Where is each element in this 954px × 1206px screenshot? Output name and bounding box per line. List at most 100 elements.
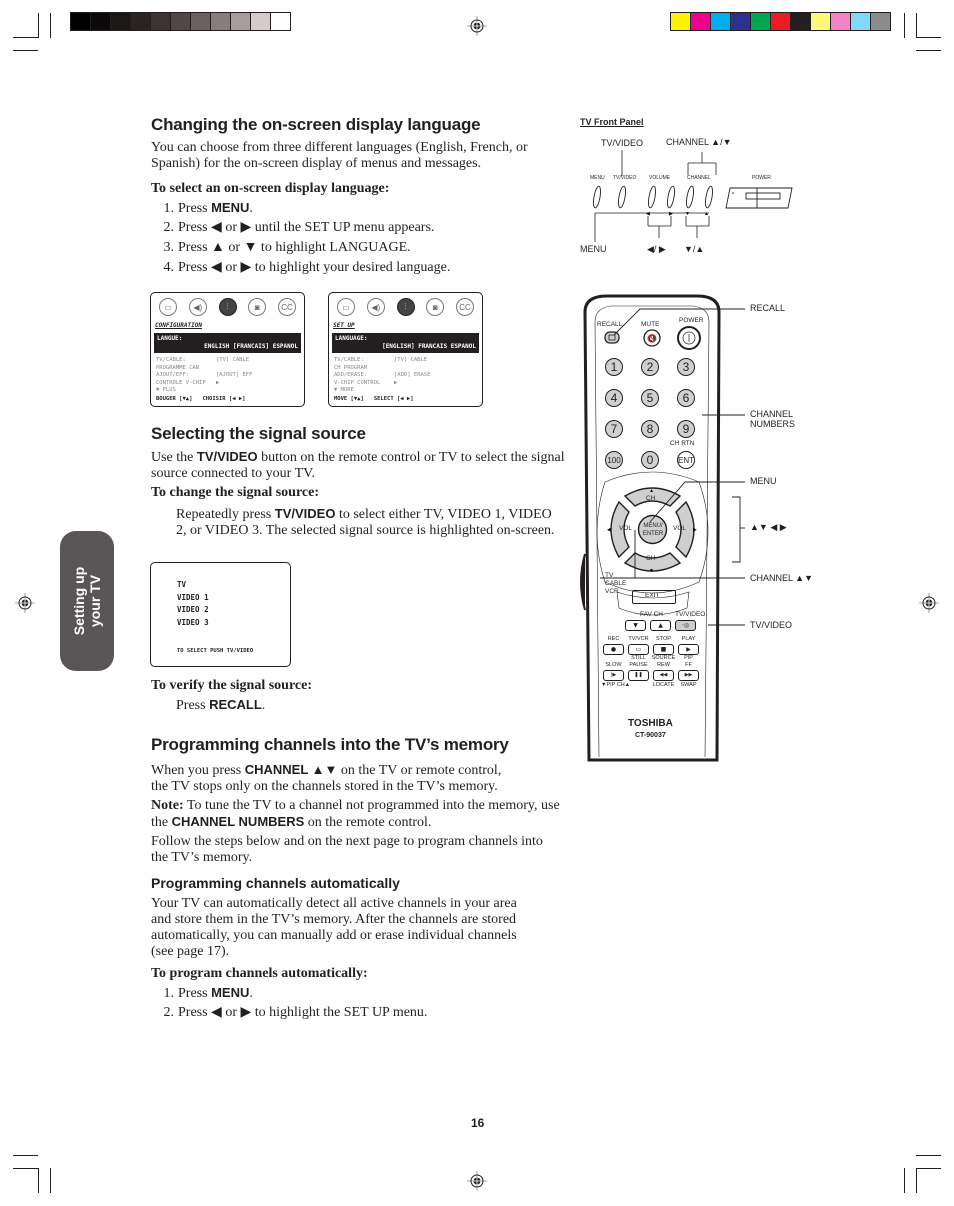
step-text: Press ▲ or ▼ to highlight LANGUAGE. bbox=[178, 240, 411, 255]
color-swatch bbox=[811, 13, 831, 30]
step-number: 4. bbox=[163, 260, 175, 275]
color-swatch bbox=[671, 13, 691, 30]
cc-icon: CC bbox=[278, 298, 296, 316]
remote-callout-recall: RECALL bbox=[750, 303, 786, 313]
color-swatch bbox=[751, 13, 771, 30]
osd-footer-select: CHOISIR [◀ ▶] bbox=[202, 396, 246, 402]
osd-row: ▼ PLUS bbox=[156, 387, 304, 395]
page-number: 16 bbox=[471, 1116, 485, 1130]
osd-row: PROGRAMME CAN bbox=[156, 365, 304, 373]
panel-menu-button bbox=[593, 185, 601, 209]
step-text: . bbox=[249, 986, 253, 1001]
osd-menu-icons: ▭ ◀) ⫶ ◙ CC bbox=[151, 293, 304, 316]
osd-highlight-label: LANGUE: bbox=[157, 335, 183, 342]
key-name: MENU bbox=[211, 985, 250, 1000]
audio-icon: ◀) bbox=[366, 298, 385, 316]
heading-signal-source: Selecting the signal source bbox=[151, 424, 366, 443]
osd-row: CH PROGRAM bbox=[334, 365, 482, 373]
source-list: TV VIDEO 1 VIDEO 2 VIDEO 3 bbox=[177, 579, 209, 629]
section-tab: Setting up your TV bbox=[60, 531, 114, 671]
osd-row-key: AJOUT/EFF: bbox=[156, 372, 190, 378]
osd-footer-move: BOUGER [▼▲] bbox=[156, 396, 193, 402]
step-number: 2. bbox=[163, 220, 175, 235]
crop-mark bbox=[13, 1168, 38, 1169]
crop-mark bbox=[38, 13, 39, 38]
osd-row-value: [ADD] ERASE bbox=[394, 372, 431, 378]
panel-tvvideo-button bbox=[618, 185, 626, 209]
picture-icon: ▭ bbox=[159, 298, 177, 316]
osd-screen-english: ▭ ◀) ⫶ ◙ CC SET UP LANGUAGE: [ENGLISH] F… bbox=[328, 292, 483, 407]
theater-icon: ◙ bbox=[426, 298, 445, 316]
osd-row-key: CH PROGRAM bbox=[334, 364, 368, 371]
color-swatch bbox=[831, 13, 851, 30]
osd-menu-icons: ▭ ◀) ⫶ ◙ CC bbox=[329, 293, 482, 316]
osd-screen-sources: TV VIDEO 1 VIDEO 2 VIDEO 3 TO SELECT PUS… bbox=[150, 562, 291, 667]
vcr-label: FF bbox=[685, 662, 692, 668]
remote-callout-lines bbox=[600, 308, 745, 626]
front-panel-callout-channel-arrows: ▼/▲ bbox=[684, 244, 705, 254]
osd-row-value: [TV] CABLE bbox=[394, 357, 428, 363]
programming-auto-subheading: To program channels automatically: bbox=[151, 966, 368, 981]
step: 3. Press ▲ or ▼ to highlight LANGUAGE. bbox=[150, 238, 450, 258]
heading-language: Changing the on-screen display language bbox=[151, 115, 481, 134]
process-color-bar bbox=[670, 12, 891, 31]
step-number: 1. bbox=[163, 201, 175, 216]
programming-follow: Follow the steps below and on the next p… bbox=[151, 834, 543, 865]
osd-row: CONTROLE V-CHIP ▶ bbox=[156, 380, 304, 388]
language-intro: You can choose from three different lang… bbox=[151, 140, 528, 171]
gray-swatch bbox=[111, 13, 131, 30]
osd-row-key: CONTROLE V-CHIP bbox=[156, 379, 206, 386]
osd-rows: TV/CABLE: [TV] CABLE CH PROGRAM ADD/ERASE… bbox=[334, 357, 482, 395]
gray-swatch bbox=[131, 13, 151, 30]
heading-programming: Programming channels into the TV’s memor… bbox=[151, 735, 509, 754]
vcr-button: ◀◀ bbox=[653, 670, 674, 681]
remote-callout-menu: MENU bbox=[750, 476, 777, 486]
osd-row-key: PROGRAMME CAN bbox=[156, 364, 200, 371]
signal-verify-subheading: To verify the signal source: bbox=[151, 678, 312, 693]
osd-row-value: ▶ bbox=[216, 379, 220, 386]
crop-mark bbox=[50, 13, 51, 38]
osd-row-key: TV/CABLE: bbox=[156, 357, 186, 363]
vcr-button: ▭ bbox=[628, 644, 649, 655]
osd-row: TV/CABLE: [TV] CABLE bbox=[334, 357, 482, 365]
key-name: MENU bbox=[211, 200, 250, 215]
vcr-button: ■ bbox=[653, 644, 674, 655]
registration-mark-icon bbox=[15, 593, 35, 613]
crop-mark bbox=[916, 1168, 917, 1193]
remote-callout-channel: CHANNEL ▲▼ bbox=[750, 573, 813, 583]
crop-mark bbox=[916, 13, 917, 38]
front-panel-diagram: ◀ ▶ ▼ ▲ bbox=[593, 150, 793, 242]
crop-mark bbox=[13, 37, 38, 38]
crop-mark bbox=[904, 13, 905, 38]
registration-mark-icon bbox=[919, 593, 939, 613]
vcr-button: ▶ bbox=[678, 644, 699, 655]
osd-row: ADD/ERASE: [ADD] ERASE bbox=[334, 372, 482, 380]
signal-verify-text: Press RECALL. bbox=[176, 697, 265, 714]
crop-mark bbox=[916, 1168, 941, 1169]
vcr-button: ❚❚ bbox=[628, 670, 649, 681]
osd-footer: MOVE [▼▲] SELECT [◀ ▶] bbox=[334, 396, 424, 402]
panel-buttons bbox=[593, 185, 793, 209]
gray-swatch bbox=[171, 13, 191, 30]
step-text: Press bbox=[178, 986, 212, 1001]
key-name: TV/VIDEO bbox=[274, 506, 336, 521]
registration-mark-icon bbox=[467, 16, 487, 36]
svg-text:▲: ▲ bbox=[704, 211, 709, 217]
color-swatch bbox=[691, 13, 711, 30]
language-steps: 1. Press MENU. 2. Press ◀ or ▶ until the S… bbox=[150, 198, 451, 278]
gray-swatch bbox=[271, 13, 290, 30]
osd-footer: BOUGER [▼▲] CHOISIR [◀ ▶] bbox=[156, 396, 255, 402]
text: on the remote control. bbox=[304, 815, 432, 830]
crop-mark bbox=[13, 50, 38, 51]
crop-mark bbox=[38, 1168, 39, 1193]
section-tab-line2: your TV bbox=[87, 574, 103, 628]
programming-auto-steps: 1. Press MENU. 2. Press ◀ or ▶ to highligh… bbox=[150, 983, 428, 1023]
source-item: TV bbox=[177, 580, 187, 589]
osd-menu-title: CONFIGURATION bbox=[155, 322, 202, 329]
osd-row: V-CHIP CONTROL ▶ bbox=[334, 380, 482, 388]
osd-highlight-bar: LANGUE: ENGLISH [FRANCAIS] ESPANOL bbox=[154, 333, 301, 353]
key-name: CHANNEL ▲▼ bbox=[244, 762, 338, 777]
registration-mark-icon bbox=[467, 1171, 487, 1191]
osd-rows: TV/CABLE: [TV] CABLE PROGRAMME CAN AJOUT/… bbox=[156, 357, 304, 395]
text: Press bbox=[176, 698, 210, 713]
